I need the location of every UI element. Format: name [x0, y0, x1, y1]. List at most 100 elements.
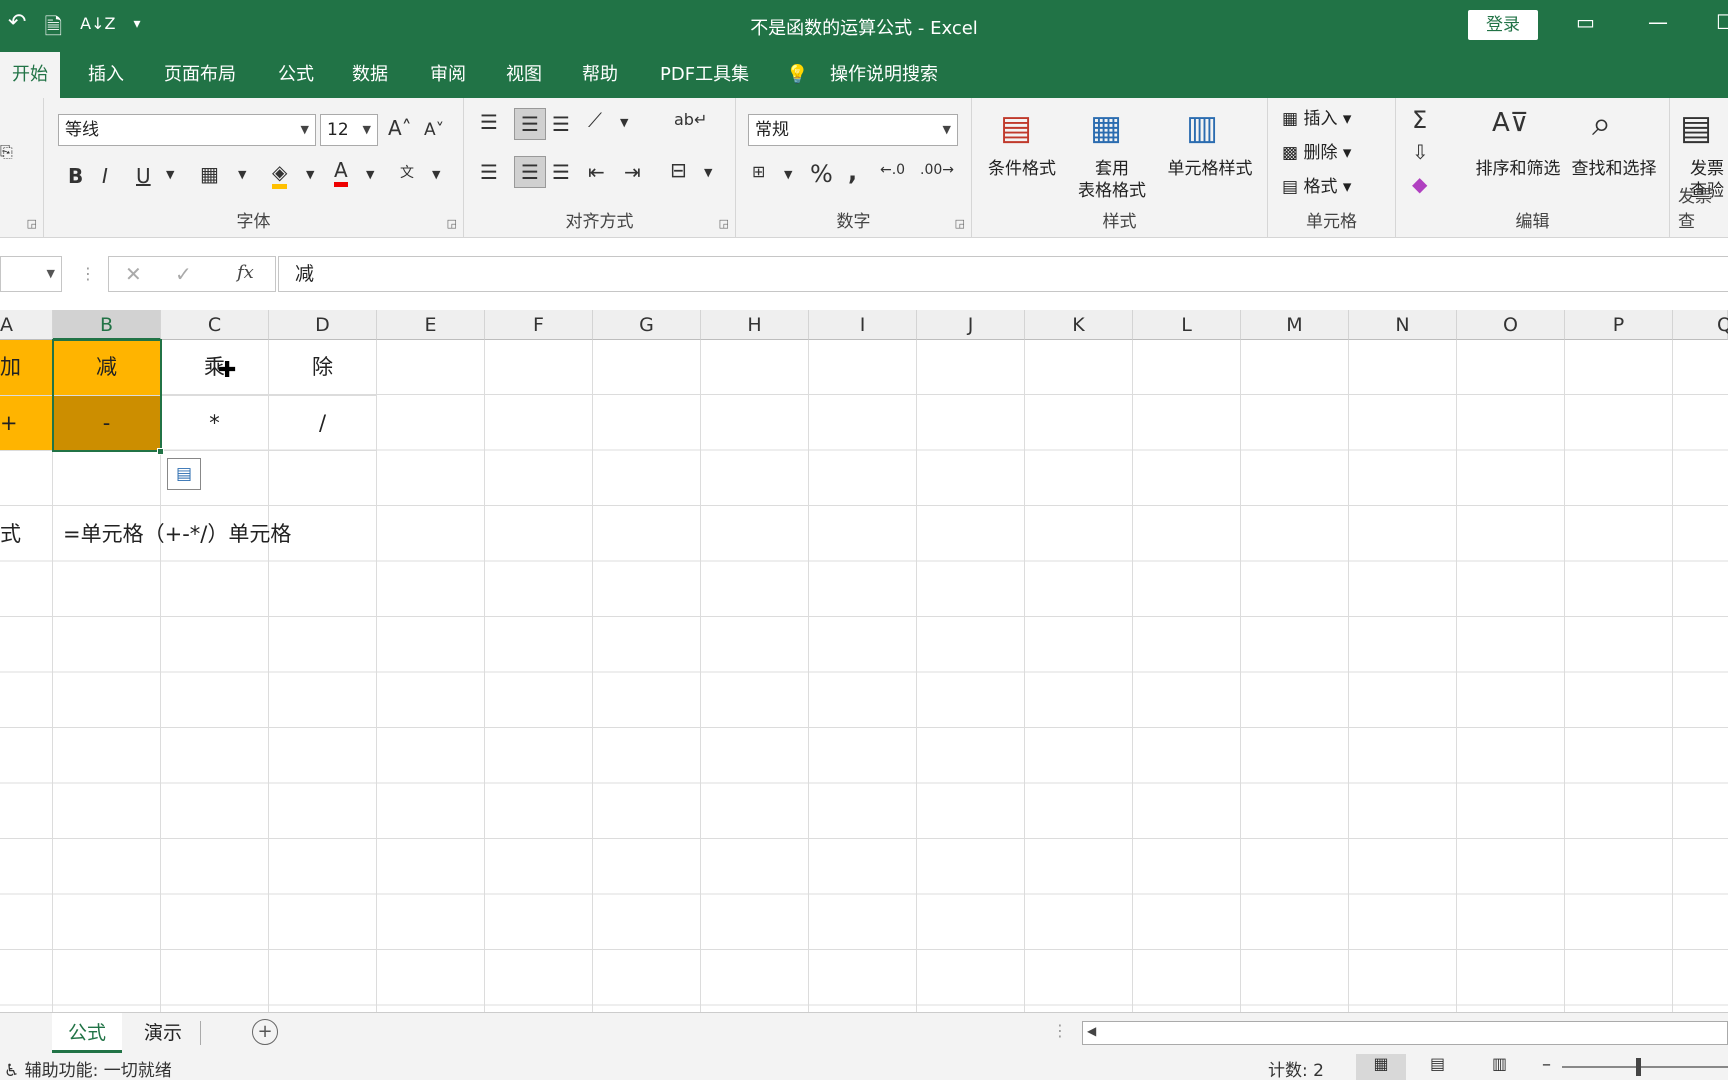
zoom-out-icon[interactable]: – — [1542, 1054, 1551, 1075]
sort-filter-label[interactable]: 排序和筛选 — [1458, 158, 1578, 180]
find-select-icon[interactable]: ⌕ — [1592, 104, 1611, 144]
fill-icon[interactable]: ⇩ — [1412, 140, 1429, 164]
column-header-j[interactable]: J — [917, 310, 1025, 340]
formula-input[interactable]: 减 — [278, 256, 1728, 292]
align-top-icon[interactable]: ☰ — [480, 110, 498, 134]
format-as-table-label-1[interactable]: 套用 — [1072, 158, 1152, 180]
column-header-a[interactable]: A — [0, 310, 53, 340]
insert-function-icon[interactable]: fx — [237, 262, 254, 283]
decrease-indent-icon[interactable]: ⇤ — [588, 160, 605, 184]
name-box[interactable]: ▼ — [0, 256, 62, 292]
column-header-c[interactable]: C — [161, 310, 269, 340]
bold-icon[interactable]: B — [68, 164, 83, 188]
format-as-table-label-2[interactable]: 表格格式 — [1062, 180, 1162, 202]
horizontal-scrollbar[interactable]: ◀ — [1082, 1021, 1728, 1045]
align-right-icon[interactable]: ☰ — [552, 160, 570, 184]
launcher-icon[interactable]: ◲ — [447, 217, 457, 230]
chevron-down-icon[interactable]: ▼ — [784, 168, 792, 181]
cell-styles-label[interactable]: 单元格样式 — [1160, 158, 1260, 180]
increase-decimal-icon[interactable]: ←.0 — [880, 162, 905, 178]
clear-icon[interactable]: ◆ — [1412, 172, 1427, 196]
tab-pdf-tools[interactable]: PDF工具集 — [648, 52, 761, 98]
column-header-i[interactable]: I — [809, 310, 917, 340]
cell-a2[interactable]: + — [0, 396, 53, 451]
tab-home[interactable]: 开始 — [0, 52, 60, 98]
borders-icon[interactable]: ▦ — [200, 162, 219, 186]
increase-indent-icon[interactable]: ⇥ — [624, 160, 641, 184]
column-header-k[interactable]: K — [1025, 310, 1133, 340]
chevron-down-icon[interactable]: ▼ — [238, 168, 246, 181]
add-sheet-icon[interactable]: + — [252, 1019, 278, 1045]
fill-handle[interactable] — [157, 448, 164, 455]
decrease-decimal-icon[interactable]: .00→ — [920, 162, 954, 178]
invoice-label-1[interactable]: 发票 — [1690, 158, 1728, 180]
zoom-thumb[interactable] — [1636, 1058, 1641, 1076]
align-center-icon[interactable]: ☰ — [514, 156, 546, 188]
launcher-icon[interactable]: ◲ — [955, 217, 965, 230]
ribbon-display-icon[interactable]: ▭ — [1576, 10, 1595, 34]
decrease-font-icon[interactable]: A˅ — [424, 120, 444, 140]
orientation-icon[interactable]: ⟋ — [588, 108, 602, 132]
increase-font-icon[interactable]: A˄ — [388, 116, 412, 140]
column-header-h[interactable]: H — [701, 310, 809, 340]
chevron-down-icon[interactable]: ▼ — [620, 116, 628, 129]
page-layout-icon[interactable]: ▤ — [1430, 1054, 1445, 1073]
number-format-combo[interactable]: 常规 ▼ — [748, 114, 958, 146]
chevron-down-icon[interactable]: ▼ — [166, 168, 174, 181]
format-cells-button[interactable]: ▤ 格式 ▾ — [1282, 176, 1382, 198]
tab-data[interactable]: 数据 — [340, 52, 400, 98]
insert-cells-button[interactable]: ▦ 插入 ▾ — [1282, 108, 1382, 130]
quick-analysis-icon[interactable]: ▤ — [167, 458, 201, 490]
wrap-text-icon[interactable]: ab↵ — [674, 110, 707, 129]
zoom-slider[interactable] — [1562, 1058, 1728, 1076]
tab-formulas[interactable]: 公式 — [266, 52, 326, 98]
column-header-q[interactable]: Q — [1673, 310, 1728, 340]
column-header-o[interactable]: O — [1457, 310, 1565, 340]
underline-icon[interactable]: U — [136, 164, 151, 188]
column-header-l[interactable]: L — [1133, 310, 1241, 340]
cancel-icon[interactable]: ✕ — [125, 262, 142, 286]
font-color-icon[interactable]: A — [334, 158, 348, 187]
cell-b4[interactable]: =单元格（+-*/）单元格 — [53, 507, 353, 563]
cell-c2[interactable]: * — [161, 396, 269, 451]
login-button[interactable]: 登录 — [1468, 10, 1538, 40]
font-size-combo[interactable]: 12 ▼ — [320, 114, 378, 146]
cell-styles-icon[interactable]: ▥ — [1186, 108, 1218, 148]
align-bottom-icon[interactable]: ☰ — [552, 112, 570, 136]
autosum-icon[interactable]: Σ — [1412, 106, 1427, 134]
column-header-b[interactable]: B — [53, 310, 161, 340]
scroll-left-icon[interactable]: ◀ — [1087, 1024, 1096, 1038]
chevron-down-icon[interactable]: ▼ — [704, 166, 712, 179]
align-middle-icon[interactable]: ☰ — [514, 108, 546, 140]
accounting-icon[interactable]: ⊞ — [752, 162, 765, 181]
cell-d2[interactable]: / — [269, 396, 377, 451]
tab-review[interactable]: 审阅 — [418, 52, 478, 98]
chevron-down-icon[interactable]: ▼ — [306, 168, 314, 181]
sheet-tab-formulas[interactable]: 公式 — [52, 1013, 123, 1053]
cell-c1[interactable]: 乘 — [161, 340, 269, 396]
tab-view[interactable]: 视图 — [494, 52, 554, 98]
phonetic-icon[interactable]: 文 — [400, 162, 414, 182]
chevron-down-icon[interactable]: ▼ — [432, 168, 440, 181]
invoice-icon[interactable]: ▤ — [1680, 108, 1712, 148]
enter-icon[interactable]: ✓ — [175, 262, 192, 286]
cell-a4[interactable]: 式 — [0, 507, 53, 563]
fill-color-icon[interactable]: ◈ — [272, 160, 288, 189]
font-name-combo[interactable]: 等线 ▼ — [58, 114, 316, 146]
tab-insert[interactable]: 插入 — [76, 52, 136, 98]
accessibility-status[interactable]: ♿ 辅助功能: 一切就绪 — [4, 1056, 172, 1081]
launcher-icon[interactable]: ◲ — [27, 217, 37, 230]
page-break-icon[interactable]: ▥ — [1492, 1054, 1507, 1073]
format-as-table-icon[interactable]: ▦ — [1090, 108, 1122, 148]
minimize-icon[interactable]: — — [1648, 10, 1668, 34]
maximize-icon[interactable]: ☐ — [1716, 10, 1728, 34]
column-header-n[interactable]: N — [1349, 310, 1457, 340]
column-header-g[interactable]: G — [593, 310, 701, 340]
sheet-tab-demo[interactable]: 演示 — [128, 1013, 198, 1053]
find-select-label[interactable]: 查找和选择 — [1564, 158, 1664, 180]
align-left-icon[interactable]: ☰ — [480, 160, 498, 184]
column-header-e[interactable]: E — [377, 310, 485, 340]
cell-d1[interactable]: 除 — [269, 340, 377, 396]
chevron-down-icon[interactable]: ▼ — [366, 168, 374, 181]
percent-icon[interactable]: % — [810, 160, 833, 188]
